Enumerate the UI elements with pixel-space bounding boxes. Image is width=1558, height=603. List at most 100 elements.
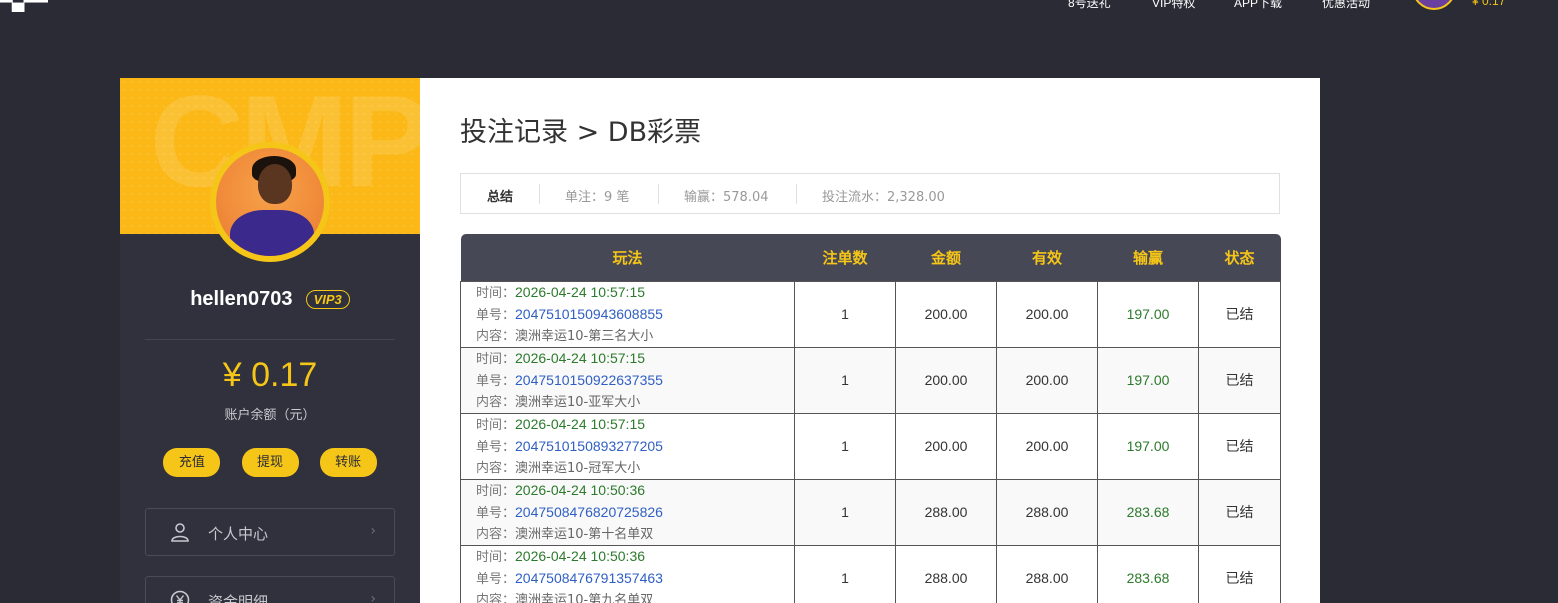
bet-status: 已结 — [1198, 346, 1281, 414]
bet-records-table: 玩法 注单数 金额 有效 输赢 状态 时间：2026-04-24 10:57:1… — [460, 234, 1281, 603]
nav-item-gift[interactable]: 8号送礼 — [1068, 0, 1111, 11]
time-label: 时间： — [476, 417, 516, 433]
nav-balance: ¥ 0.17 — [1472, 0, 1506, 8]
bet-content: 澳洲幸运10-第九名单双 — [515, 592, 654, 603]
sidebar-item-label: 资金明细 — [208, 593, 269, 603]
sidebar-item-funds[interactable]: 资金明细 › — [145, 576, 395, 603]
bet-count: 1 — [794, 412, 896, 480]
bet-content: 澳洲幸运10-冠军大小 — [515, 460, 641, 476]
top-nav: ▀▄▀▀ 8号送礼 VIP特权 APP下载 优惠活动 ¥ 0.17 — [0, 0, 1558, 12]
avatar-image — [216, 148, 324, 256]
nav-item-promo[interactable]: 优惠活动 — [1322, 0, 1370, 11]
content-label: 内容： — [476, 592, 516, 603]
table-row: 时间：2026-04-24 10:50:36 单号：204750847682072… — [460, 478, 1281, 546]
col-header-amount: 金额 — [895, 234, 997, 281]
table-row: 时间：2026-04-24 10:50:36 单号：204750847679135… — [460, 544, 1281, 603]
bet-win: 197.00 — [1097, 346, 1199, 414]
bet-status: 已结 — [1198, 478, 1281, 546]
col-header-count: 注单数 — [794, 234, 896, 281]
avatar[interactable] — [210, 142, 330, 262]
chevron-right-icon: › — [370, 523, 376, 539]
bet-time: 2026-04-24 10:50:36 — [515, 481, 646, 498]
nav-item-app[interactable]: APP下载 — [1234, 0, 1282, 11]
bet-status: 已结 — [1198, 544, 1281, 603]
bet-amount: 200.00 — [895, 280, 997, 348]
order-number[interactable]: 2047510150922637355 — [515, 372, 663, 388]
table-header: 玩法 注单数 金额 有效 输赢 状态 — [460, 234, 1281, 281]
bet-info: 时间：2026-04-24 10:57:15 单号：204751015089327… — [460, 412, 795, 480]
col-header-status: 状态 — [1198, 234, 1281, 281]
bet-amount: 288.00 — [895, 544, 997, 603]
order-number[interactable]: 2047508476820725826 — [515, 504, 663, 520]
order-number[interactable]: 2047508476791357463 — [515, 570, 663, 586]
bet-win: 197.00 — [1097, 280, 1199, 348]
sidebar-item-label: 个人中心 — [208, 525, 269, 543]
col-header-game: 玩法 — [460, 234, 795, 281]
table-row: 时间：2026-04-24 10:57:15 单号：204751015094360… — [460, 280, 1281, 348]
main-panel: 投注记录 > DB彩票 总结 单注：9 笔 输赢：578.04 投注流水：2,3… — [420, 78, 1320, 603]
bet-valid: 288.00 — [996, 478, 1098, 546]
bet-content: 澳洲幸运10-第三名大小 — [515, 328, 654, 344]
content-label: 内容： — [476, 328, 516, 344]
bet-win: 283.68 — [1097, 544, 1199, 603]
yen-icon — [170, 590, 190, 603]
bet-win: 197.00 — [1097, 412, 1199, 480]
col-header-win: 输赢 — [1097, 234, 1199, 281]
col-header-valid: 有效 — [996, 234, 1098, 281]
chevron-right-icon: › — [370, 591, 376, 603]
summary-count: 单注：9 笔 — [565, 190, 630, 205]
bet-info: 时间：2026-04-24 10:57:15 单号：204751015094360… — [460, 280, 795, 348]
username: hellen0703 — [190, 288, 293, 310]
bet-time: 2026-04-24 10:50:36 — [515, 547, 646, 564]
bet-time: 2026-04-24 10:57:15 — [515, 415, 646, 432]
bet-count: 1 — [794, 478, 896, 546]
summary-win: 输赢：578.04 — [684, 190, 769, 205]
time-label: 时间： — [476, 285, 516, 301]
table-row: 时间：2026-04-24 10:57:15 单号：204751015092263… — [460, 346, 1281, 414]
wallet-actions: 充值 提现 转账 — [120, 448, 420, 477]
balance-label: 账户余额（元） — [224, 408, 316, 423]
bet-count: 1 — [794, 544, 896, 603]
summary-turnover: 投注流水：2,328.00 — [822, 190, 945, 205]
bet-info: 时间：2026-04-24 10:50:36 单号：204750847682072… — [460, 478, 795, 546]
bet-info: 时间：2026-04-24 10:57:15 单号：204751015092263… — [460, 346, 795, 414]
bet-valid: 200.00 — [996, 412, 1098, 480]
balance-amount: ¥ 0.17 — [222, 356, 318, 394]
bet-valid: 288.00 — [996, 544, 1098, 603]
bet-time: 2026-04-24 10:57:15 — [515, 283, 646, 300]
bet-status: 已结 — [1198, 412, 1281, 480]
site-logo[interactable]: ▀▄▀▀ — [0, 0, 48, 12]
deposit-button[interactable]: 充值 — [163, 448, 221, 477]
time-label: 时间： — [476, 549, 516, 565]
bet-valid: 200.00 — [996, 280, 1098, 348]
bet-time: 2026-04-24 10:57:15 — [515, 349, 646, 366]
order-number[interactable]: 2047510150893277205 — [515, 438, 663, 454]
table-row: 时间：2026-04-24 10:57:15 单号：204751015089327… — [460, 412, 1281, 480]
bet-win: 283.68 — [1097, 478, 1199, 546]
divider — [145, 339, 395, 340]
withdraw-button[interactable]: 提现 — [241, 448, 299, 477]
bet-count: 1 — [794, 346, 896, 414]
time-label: 时间： — [476, 351, 516, 367]
content-label: 内容： — [476, 394, 516, 410]
order-label: 单号： — [476, 307, 516, 323]
bet-amount: 200.00 — [895, 412, 997, 480]
nav-avatar[interactable] — [1412, 0, 1456, 10]
user-info: hellen0703 VIP3 — [120, 288, 420, 311]
bet-info: 时间：2026-04-24 10:50:36 单号：204750847679135… — [460, 544, 795, 603]
transfer-button[interactable]: 转账 — [319, 448, 377, 477]
order-label: 单号： — [476, 439, 516, 455]
bet-content: 澳洲幸运10-亚军大小 — [515, 394, 641, 410]
content-label: 内容： — [476, 526, 516, 542]
user-icon — [171, 523, 189, 542]
nav-item-vip[interactable]: VIP特权 — [1152, 0, 1195, 11]
time-label: 时间： — [476, 483, 516, 499]
bet-amount: 200.00 — [895, 346, 997, 414]
page-title: 投注记录 > DB彩票 — [460, 117, 702, 148]
order-number[interactable]: 2047510150943608855 — [515, 306, 663, 322]
content-label: 内容： — [476, 460, 516, 476]
order-label: 单号： — [476, 505, 516, 521]
bet-amount: 288.00 — [895, 478, 997, 546]
sidebar-item-profile[interactable]: 个人中心 › — [145, 508, 395, 556]
bet-count: 1 — [794, 280, 896, 348]
